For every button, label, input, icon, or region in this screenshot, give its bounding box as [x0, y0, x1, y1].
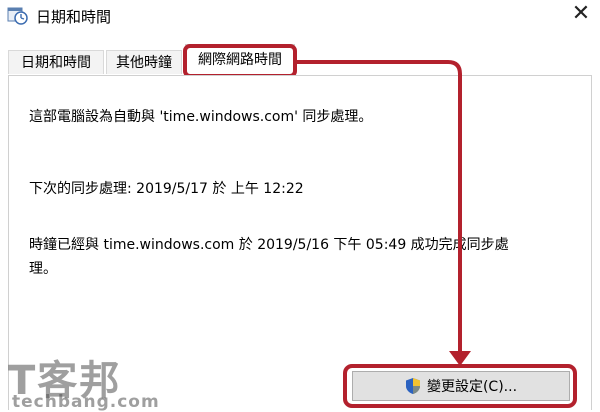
change-settings-button[interactable]: 變更設定(C)...	[352, 371, 570, 401]
watermark-url: techbang.com	[12, 392, 160, 412]
watermark: T客邦 techbang.com	[8, 348, 208, 412]
uac-shield-icon	[405, 378, 420, 394]
change-settings-label: 變更設定(C)...	[426, 379, 518, 395]
